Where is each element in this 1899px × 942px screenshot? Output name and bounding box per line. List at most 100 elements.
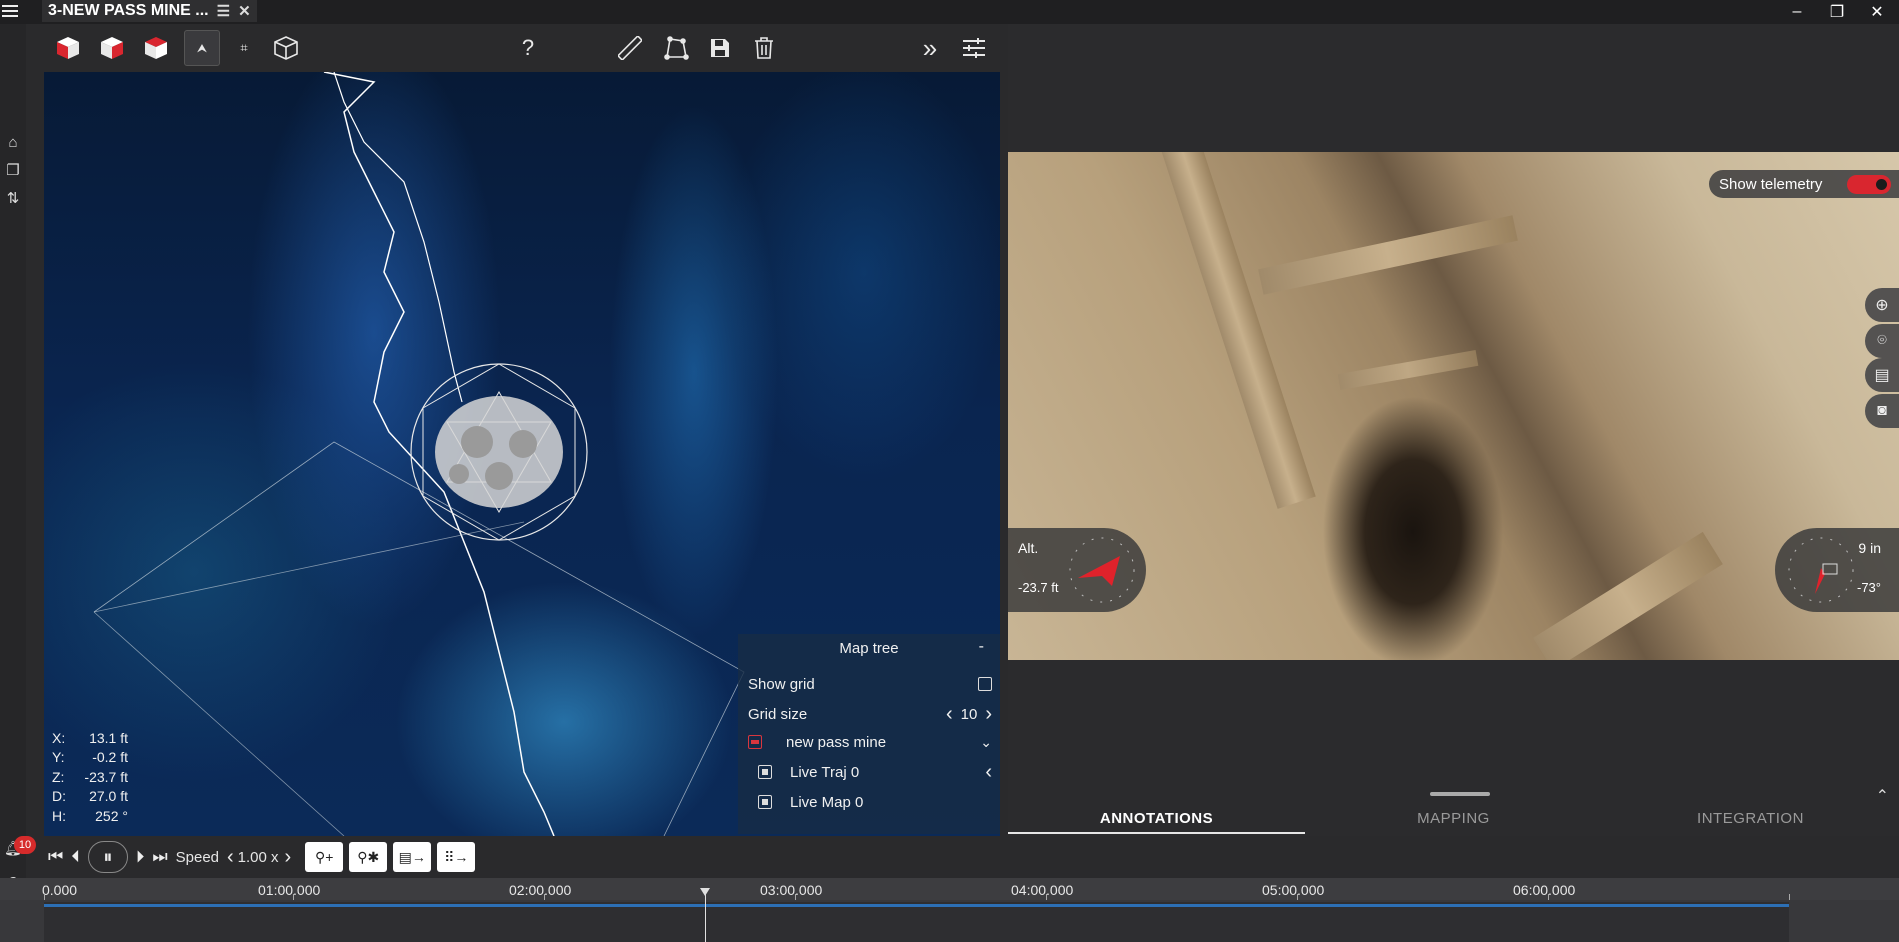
grid-size-value: 10: [960, 705, 978, 723]
tick: [1789, 894, 1790, 900]
document-title: 3-NEW PASS MINE ...: [48, 2, 209, 19]
resize-handle[interactable]: [1430, 792, 1490, 796]
export-grid-icon[interactable]: ⠿→: [437, 842, 476, 872]
target-icon[interactable]: ⌾: [1865, 324, 1899, 358]
show-grid-checkbox[interactable]: [978, 677, 992, 691]
transfer-icon[interactable]: ⇅: [4, 190, 22, 208]
wireframe-cube-icon[interactable]: [268, 30, 304, 66]
show-telemetry-toggle[interactable]: Show telemetry: [1709, 170, 1899, 198]
pitch-value: -73°: [1857, 580, 1881, 595]
show-telemetry-label: Show telemetry: [1719, 175, 1823, 193]
speed-increase-icon[interactable]: ›: [285, 846, 292, 869]
drone-pitch-icon: [1788, 537, 1854, 603]
tree-item-label: Live Traj 0: [790, 763, 860, 781]
home-icon[interactable]: ⌂: [4, 134, 22, 152]
tick: [293, 894, 294, 900]
tab-annotations[interactable]: ANNOTATIONS: [1008, 810, 1305, 834]
skip-to-start-icon[interactable]: ⏮: [48, 847, 63, 867]
settings-sliders-icon[interactable]: [956, 30, 992, 66]
timber-crossbeam: [1258, 215, 1518, 295]
polygon-tool-icon[interactable]: [658, 30, 694, 66]
map-tree-minimize-button[interactable]: -: [979, 638, 984, 656]
skip-to-end-icon[interactable]: ⏭: [152, 847, 167, 867]
export-report-icon[interactable]: ▤→: [393, 842, 432, 872]
pause-button[interactable]: ⏸: [87, 841, 128, 873]
hamburger-menu-icon[interactable]: [2, 2, 20, 20]
tick: [1046, 894, 1047, 900]
add-poi-icon[interactable]: ⚲✱: [349, 842, 388, 872]
tick: [795, 894, 796, 900]
map-tree-panel: Map tree - Show grid Grid size ‹ 10 › ne…: [738, 634, 1000, 834]
time-label: 06:00.000: [1513, 882, 1576, 898]
notification-badge: 10: [14, 836, 36, 854]
coord-z: Z: -23.7 ft: [52, 768, 128, 785]
map-root-row[interactable]: new pass mine ⌄: [748, 730, 992, 754]
live-map-checkbox[interactable]: [758, 795, 772, 809]
distance-value: 9 in: [1858, 540, 1881, 556]
speed-decrease-icon[interactable]: ‹: [227, 846, 234, 869]
tab-mapping[interactable]: MAPPING: [1305, 810, 1602, 834]
fit-view-icon[interactable]: ⌗: [226, 30, 262, 66]
chevron-left-icon[interactable]: ‹: [985, 761, 992, 784]
minimize-button[interactable]: –: [1779, 0, 1815, 24]
speed-value: 1.00 x: [237, 848, 279, 866]
tree-item-label: Live Map 0: [790, 793, 864, 811]
coordinate-readout: X: 13.1 ft Y: -0.2 ft Z: -23.7 ft D: 27.0 ft…: [52, 729, 128, 827]
speed-label: Speed: [175, 848, 219, 866]
drone-model: [410, 363, 588, 541]
time-label: 05:00.000: [1262, 882, 1325, 898]
tree-item-live-traj[interactable]: Live Traj 0 ‹: [758, 760, 992, 784]
grid-size-decrease-icon[interactable]: ‹: [946, 703, 953, 726]
map-root-checkbox[interactable]: [748, 735, 762, 749]
step-forward-icon[interactable]: ⏵: [136, 847, 145, 867]
measure-ruler-icon[interactable]: [612, 30, 648, 66]
pitch-gauge: 9 in -73°: [1775, 528, 1899, 612]
grid-size-row: Grid size ‹ 10 ›: [748, 702, 992, 726]
time-label: 03:00.000: [760, 882, 823, 898]
coord-x: X: 13.1 ft: [52, 729, 128, 746]
save-icon[interactable]: [702, 30, 738, 66]
tree-item-live-map[interactable]: Live Map 0: [758, 790, 992, 814]
viewport-toolbar: ⮝ ⌗ ? »: [44, 24, 1000, 72]
follow-camera-icon[interactable]: ⮝: [184, 30, 220, 66]
chevron-up-icon[interactable]: ⌃: [1876, 786, 1889, 806]
view-cube-top-icon[interactable]: [138, 30, 174, 66]
trash-icon[interactable]: [746, 30, 782, 66]
time-label: 02:00.000: [509, 882, 572, 898]
camera-icon[interactable]: ◙: [1865, 394, 1899, 428]
expand-panel-icon[interactable]: »: [912, 30, 948, 66]
close-window-button[interactable]: ✕: [1859, 0, 1895, 24]
timeline-track[interactable]: [44, 902, 1789, 942]
map-root-label: new pass mine: [786, 733, 887, 751]
timeline-range: [44, 904, 1789, 907]
tick: [1548, 894, 1549, 900]
timeline-ruler: 0.000 01:00.000 02:00.000 03:00.000 04:0…: [0, 878, 1899, 900]
files-icon[interactable]: ❐: [4, 162, 22, 180]
grid-size-increase-icon[interactable]: ›: [985, 703, 992, 726]
timeline[interactable]: 0.000 01:00.000 02:00.000 03:00.000 04:0…: [0, 878, 1899, 942]
time-label: 04:00.000: [1011, 882, 1074, 898]
show-grid-row: Show grid: [748, 672, 992, 696]
altitude-gauge: Alt. -23.7 ft: [1008, 528, 1146, 612]
camera-feed[interactable]: Show telemetry ⊕ ⌾ ▤ ◙ Alt. -23.7 ft 9 i…: [1008, 152, 1899, 660]
notifications[interactable]: 🔔︎ 10: [4, 836, 36, 862]
document-tab[interactable]: 3-NEW PASS MINE ... ☰ ✕: [42, 0, 257, 22]
restore-button[interactable]: ❐: [1819, 0, 1855, 24]
help-button[interactable]: ?: [510, 30, 546, 66]
coord-d: D: 27.0 ft: [52, 788, 128, 804]
view-cube-front-icon[interactable]: [50, 30, 86, 66]
zoom-in-icon[interactable]: ⊕: [1865, 288, 1899, 322]
view-cube-side-icon[interactable]: [94, 30, 130, 66]
close-tab-icon[interactable]: ✕: [238, 2, 251, 20]
chevron-down-icon[interactable]: ⌄: [980, 734, 992, 751]
list-icon[interactable]: ☰: [217, 2, 230, 20]
add-waypoint-icon[interactable]: ⚲+: [305, 842, 344, 872]
playhead[interactable]: [700, 888, 710, 942]
left-rail: ⌂ ❐ ⇅ ? ⚙: [0, 24, 26, 942]
tab-integration[interactable]: INTEGRATION: [1602, 810, 1899, 834]
step-back-icon[interactable]: ⏴: [71, 847, 80, 867]
clipboard-icon[interactable]: ▤: [1865, 358, 1899, 392]
tick: [1297, 894, 1298, 900]
live-traj-checkbox[interactable]: [758, 765, 772, 779]
telemetry-switch[interactable]: [1847, 175, 1891, 194]
